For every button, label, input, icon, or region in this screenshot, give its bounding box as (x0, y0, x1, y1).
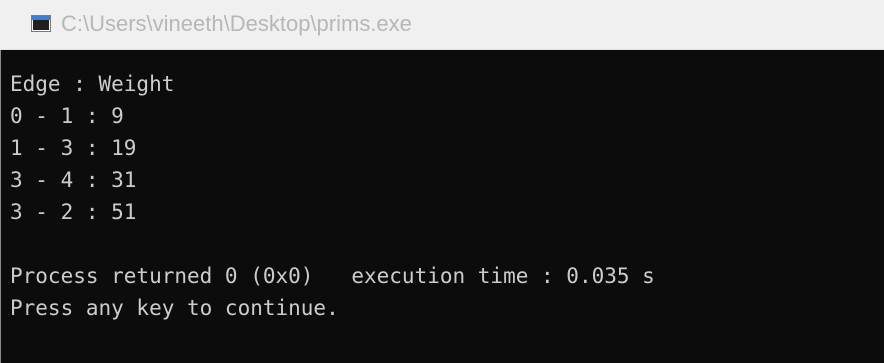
window-title: C:\Users\vineeth\Desktop\prims.exe (61, 11, 412, 36)
console-window: C:\Users\vineeth\Desktop\prims.exe Edge … (0, 0, 884, 363)
console-line-edge: 0 - 1 : 9 (10, 104, 124, 128)
console-output[interactable]: Edge : Weight 0 - 1 : 9 1 - 3 : 19 3 - 4… (10, 68, 884, 324)
console-window-icon[interactable] (31, 15, 51, 32)
console-line-edge: 3 - 4 : 31 (10, 168, 137, 192)
console-line-header: Edge : Weight (10, 72, 175, 96)
window-left-border (0, 50, 1, 363)
console-line-process-status: Process returned 0 (0x0) execution time … (10, 264, 655, 288)
console-line-edge: 1 - 3 : 19 (10, 136, 137, 160)
console-line-prompt: Press any key to continue. (10, 296, 339, 320)
icon-screen (33, 20, 49, 30)
title-bar[interactable]: C:\Users\vineeth\Desktop\prims.exe (0, 0, 884, 50)
console-line-edge: 3 - 2 : 51 (10, 200, 137, 224)
